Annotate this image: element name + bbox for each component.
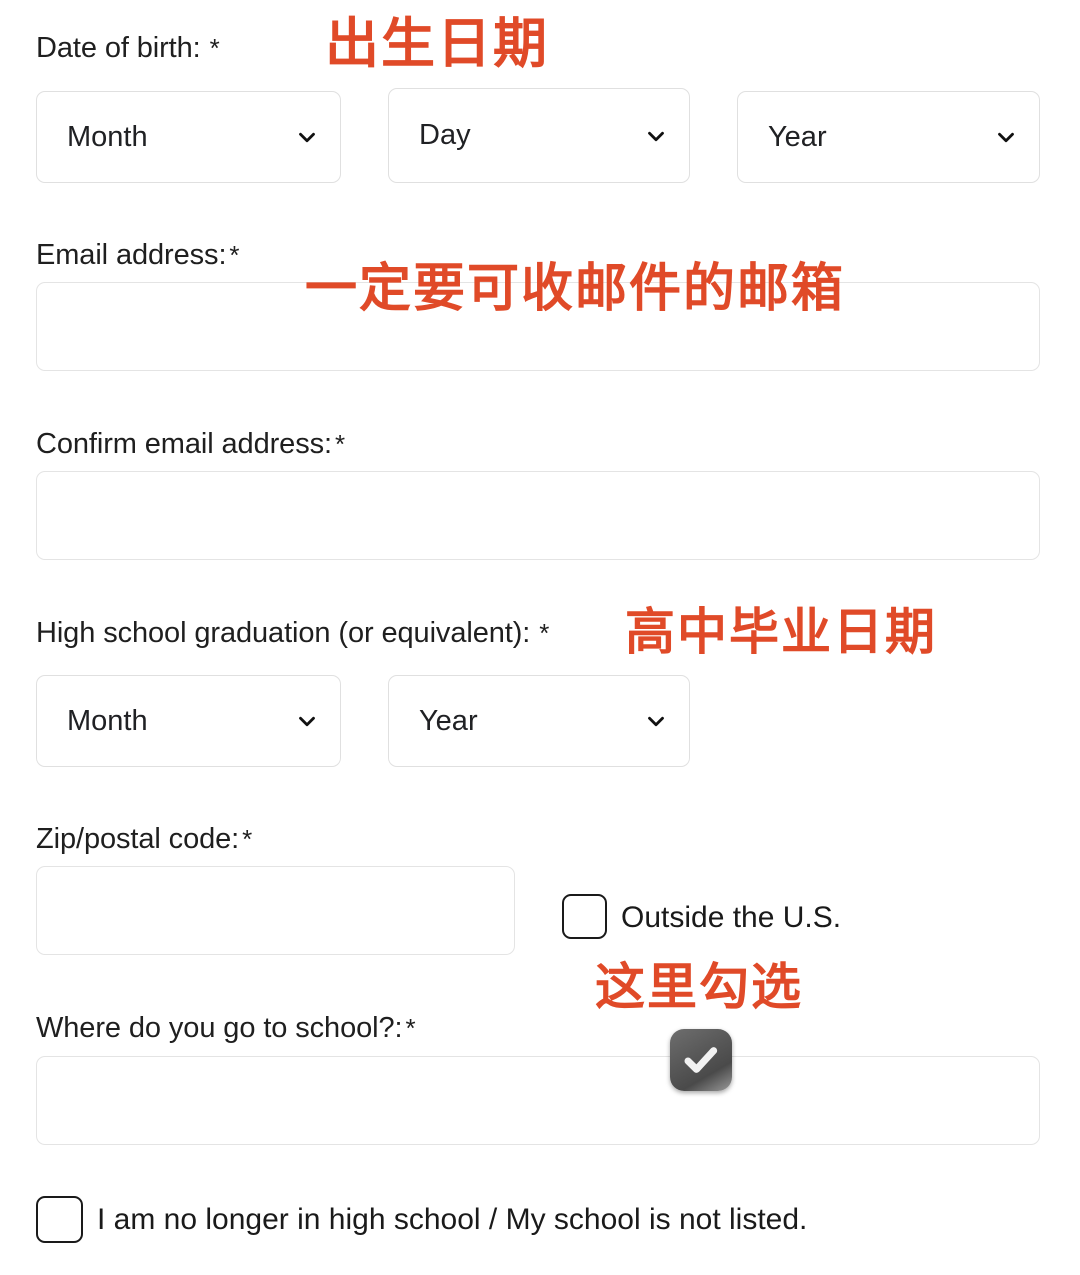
hs-grad-year-select[interactable]: Year [388,675,690,767]
hs-grad-month-select-value: Month [67,704,148,737]
annotation-email-address: 一定要可收邮件的邮箱 [305,259,846,319]
date-of-birth-label: Date of birth: * [36,34,220,63]
chevron-down-icon [648,131,664,141]
where-do-you-go-to-school-label: Where do you go to school?: * [36,1014,416,1043]
confirm-email-address-label: Confirm email address: * [36,430,345,459]
zip-postal-code-label-text: Zip/postal code: [36,823,240,855]
hs-grad-month-select[interactable]: Month [36,675,341,767]
chevron-down-icon [299,132,315,143]
where-do-you-go-to-school-input[interactable] [36,1056,1040,1145]
zip-postal-code-label: Zip/postal code: * [36,825,252,854]
email-address-required-marker: * [229,240,240,270]
dob-year-select[interactable]: Year [737,91,1040,183]
where-do-you-go-to-school-label-text: Where do you go to school?: [36,1012,403,1044]
chevron-down-icon [299,716,315,727]
confirm-email-address-required-marker: * [334,429,345,459]
no-longer-in-high-school-label: I am no longer in high school / My schoo… [97,1203,808,1236]
where-do-you-go-to-school-required-marker: * [405,1013,416,1043]
high-school-graduation-required-marker: * [539,618,550,648]
dob-year-select-value: Year [768,120,827,153]
date-of-birth-required-marker: * [209,33,220,63]
chevron-down-icon [648,716,664,727]
high-school-graduation-label-text: High school graduation (or equivalent): [36,617,531,649]
dob-month-select-value: Month [67,120,148,153]
email-address-label-text: Email address: [36,239,227,271]
confirm-email-address-input[interactable] [36,471,1040,560]
date-of-birth-label-text: Date of birth: [36,32,201,64]
annotation-check-here: 这里勾选 [595,958,803,1016]
registration-form-page: Date of birth: * 出生日期 Month Day Year Emai… [0,0,1080,1275]
zip-postal-code-required-marker: * [242,824,253,854]
dob-day-select-value: Day [419,119,471,151]
outside-the-us-checkbox[interactable] [562,894,607,939]
confirm-email-address-label-text: Confirm email address: [36,428,332,460]
checkmark-icon [684,1047,718,1073]
chevron-down-icon [998,132,1014,143]
annotation-high-school-graduation: 高中毕业日期 [625,603,937,661]
dob-month-select[interactable]: Month [36,91,341,183]
hs-grad-year-select-value: Year [419,704,478,737]
outside-the-us-label: Outside the U.S. [621,901,842,934]
high-school-graduation-label: High school graduation (or equivalent): * [36,619,549,648]
checkmark-cursor [670,1029,732,1091]
zip-postal-code-input[interactable] [36,866,515,955]
dob-day-select[interactable]: Day [388,88,690,183]
no-longer-in-high-school-checkbox[interactable] [36,1196,83,1243]
email-address-label: Email address: * [36,239,240,271]
annotation-date-of-birth: 出生日期 [325,12,549,75]
